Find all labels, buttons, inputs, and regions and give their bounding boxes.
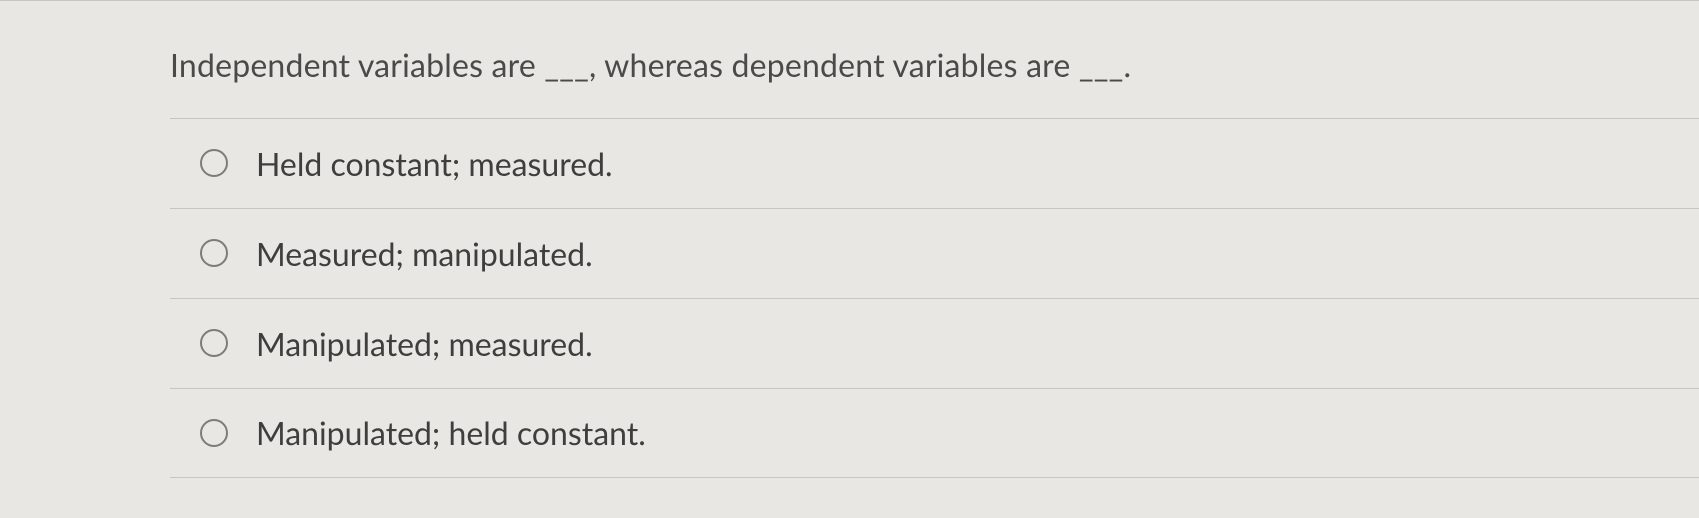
option-row[interactable]: Manipulated; measured. [170,298,1699,388]
question-block: Independent variables are ___, whereas d… [0,0,1699,118]
option-row[interactable]: Manipulated; held constant. [170,388,1699,478]
radio-icon[interactable] [200,329,228,357]
radio-icon[interactable] [200,419,228,447]
question-text: Independent variables are ___, whereas d… [170,43,1639,88]
option-label: Held constant; measured. [256,144,613,183]
option-row[interactable]: Held constant; measured. [170,118,1699,208]
option-label: Measured; manipulated. [256,234,593,273]
quiz-page: Independent variables are ___, whereas d… [0,0,1699,518]
option-label: Manipulated; held constant. [256,413,646,452]
radio-icon[interactable] [200,149,228,177]
option-row[interactable]: Measured; manipulated. [170,208,1699,298]
radio-icon[interactable] [200,239,228,267]
option-label: Manipulated; measured. [256,324,593,363]
options-list: Held constant; measured. Measured; manip… [0,118,1699,478]
